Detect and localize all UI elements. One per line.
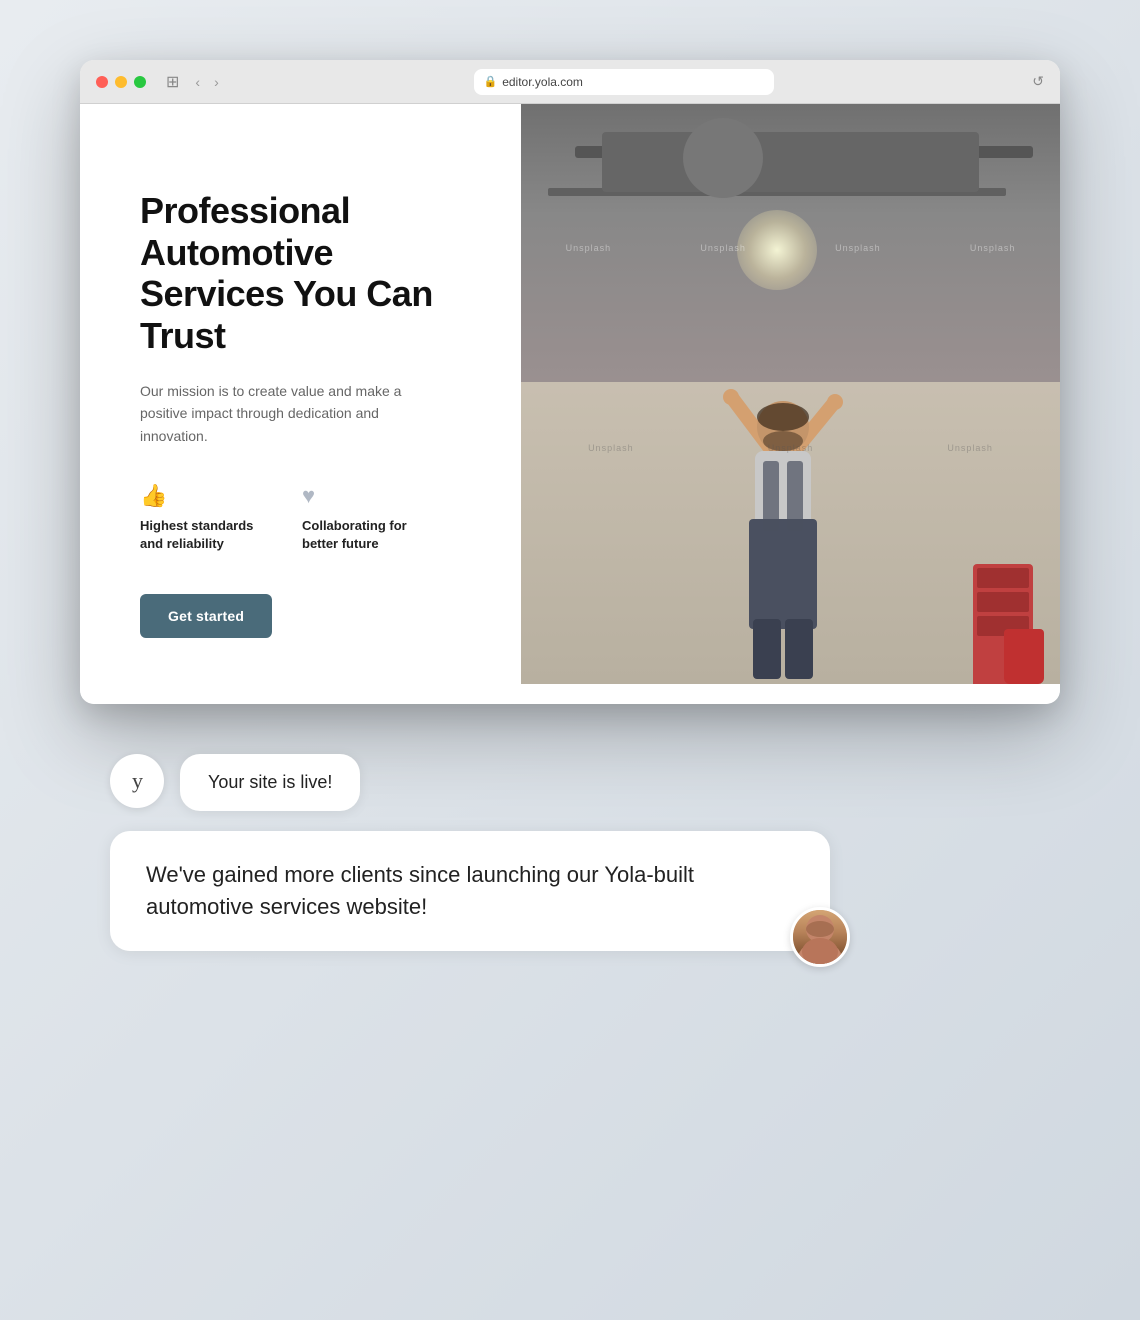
barrel (1004, 629, 1044, 684)
chat-bubble-1: Your site is live! (180, 754, 360, 811)
user-face (793, 910, 847, 964)
browser-chrome: ⊞ ‹ › 🔒 editor.yola.com ↺ (80, 60, 1060, 104)
address-bar[interactable]: 🔒 editor.yola.com (474, 69, 774, 95)
watermark-5: Unsplash (588, 443, 634, 453)
car-image-top: Unsplash Unsplash Unsplash Unsplash (521, 104, 1060, 382)
maximize-button[interactable] (134, 76, 146, 88)
watermark-6: Unsplash (768, 443, 814, 453)
traffic-lights (96, 76, 146, 88)
feature-1-label: Highest standards and reliability (140, 517, 270, 553)
watermark-2: Unsplash (700, 243, 746, 253)
forward-button[interactable]: › (210, 72, 223, 92)
hero-image: Unsplash Unsplash Unsplash Unsplash (521, 104, 1060, 684)
watermark-3: Unsplash (835, 243, 881, 253)
browser-window: ⊞ ‹ › 🔒 editor.yola.com ↺ Professional A… (80, 60, 1060, 704)
site-left-panel: Professional Automotive Services You Can… (80, 104, 521, 704)
chat-bubble-2: We've gained more clients since launchin… (110, 831, 830, 951)
workshop-floor: Unsplash Unsplash Unsplash (521, 382, 1060, 684)
user-avatar (790, 907, 850, 967)
minimize-button[interactable] (115, 76, 127, 88)
chat-bubble-2-text: We've gained more clients since launchin… (146, 859, 794, 923)
url-text: editor.yola.com (502, 75, 583, 89)
site-right-panel: Unsplash Unsplash Unsplash Unsplash (521, 104, 1060, 704)
watermark-1: Unsplash (566, 243, 612, 253)
address-bar-wrap: 🔒 editor.yola.com (235, 69, 1013, 95)
yola-avatar: y (110, 754, 164, 808)
feature-1: 👍 Highest standards and reliability (140, 483, 270, 553)
thumbs-up-icon: 👍 (140, 483, 270, 509)
browser-nav: ‹ › (191, 72, 222, 92)
chat-section: y Your site is live! We've gained more c… (80, 754, 1060, 951)
sidebar-toggle-icon[interactable]: ⊞ (166, 72, 179, 92)
close-button[interactable] (96, 76, 108, 88)
site-content: Professional Automotive Services You Can… (80, 104, 1060, 704)
chat-bubble-1-text: Your site is live! (208, 772, 332, 792)
feature-2-label: Collaborating for better future (302, 517, 432, 553)
feature-2: ♥ Collaborating for better future (302, 483, 432, 553)
reload-button[interactable]: ↺ (1032, 73, 1044, 90)
watermark-4: Unsplash (970, 243, 1016, 253)
back-button[interactable]: ‹ (191, 72, 204, 92)
features-row: 👍 Highest standards and reliability ♥ Co… (140, 483, 471, 553)
chat-row-1: y Your site is live! (110, 754, 1030, 811)
heart-icon: ♥ (302, 483, 432, 509)
watermark-7: Unsplash (947, 443, 993, 453)
get-started-button[interactable]: Get started (140, 594, 272, 638)
mechanic-figure (703, 379, 863, 684)
site-description: Our mission is to create value and make … (140, 380, 420, 447)
lock-icon: 🔒 (484, 75, 498, 88)
site-heading: Professional Automotive Services You Can… (140, 190, 471, 356)
chat-row-2: We've gained more clients since launchin… (110, 831, 1030, 951)
